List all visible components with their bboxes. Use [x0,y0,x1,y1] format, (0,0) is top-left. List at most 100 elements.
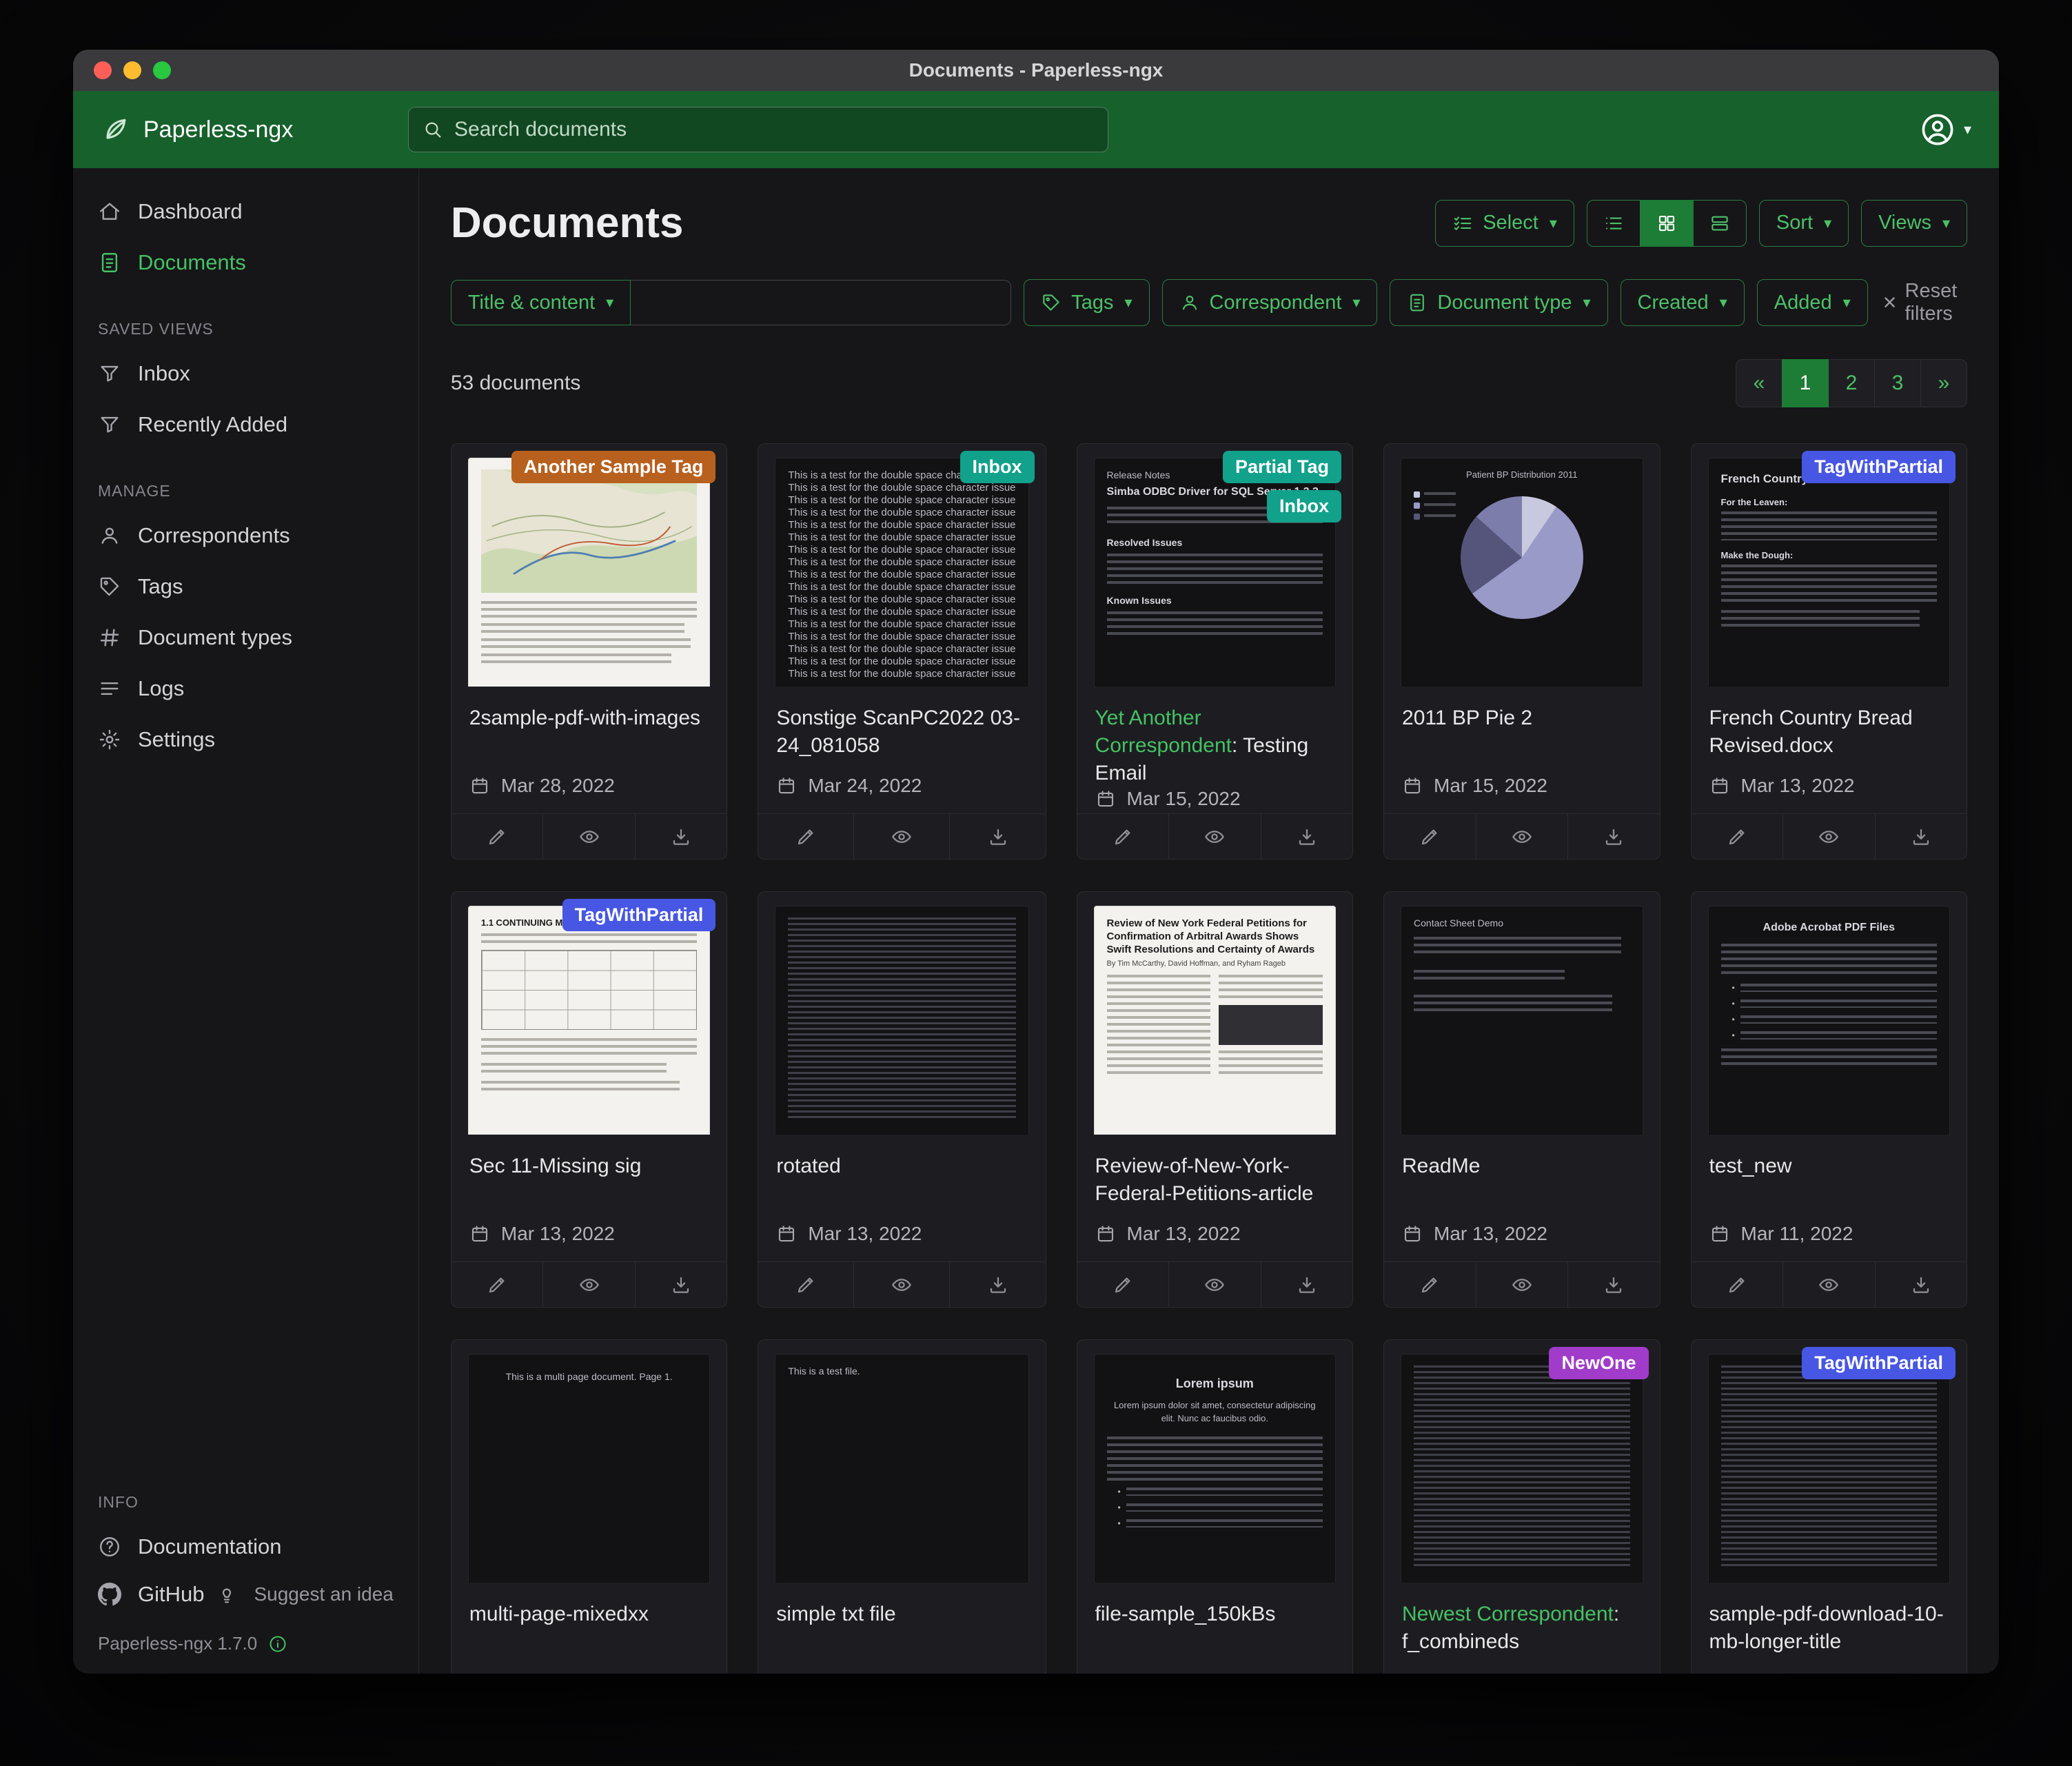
document-card[interactable]: TagWithPartial1.1 CONTINUING MEDICAL EDU… [451,891,727,1308]
download-button[interactable] [1261,814,1353,859]
grid-view-button[interactable] [1641,200,1694,247]
search-input[interactable] [454,118,1094,141]
view-button[interactable] [542,1262,635,1307]
view-button[interactable] [1168,814,1261,859]
created-filter-button[interactable]: Created ▾ [1621,279,1745,326]
sidebar-item-correspondents[interactable]: Correspondents [73,510,418,561]
minimize-button[interactable] [123,61,141,79]
close-button[interactable] [94,61,112,79]
card-title[interactable]: 2sample-pdf-with-images [469,704,709,732]
app-brand[interactable]: Paperless-ngx [101,114,408,145]
pagination-page-2[interactable]: 2 [1828,359,1875,407]
sidebar-item-tags[interactable]: Tags [73,561,418,612]
card-title[interactable]: French Country Bread Revised.docx [1709,704,1949,760]
view-button[interactable] [1782,1262,1875,1307]
pagination-page-3[interactable]: 3 [1874,359,1921,407]
list-view-button[interactable] [1587,200,1641,247]
edit-button[interactable] [1692,814,1783,859]
document-card[interactable]: Another Sample Tag 2sample-pdf-with-image… [451,443,727,860]
download-button[interactable] [949,814,1045,859]
sidebar-item-github[interactable]: GitHub [73,1572,212,1616]
edit-button[interactable] [1384,814,1476,859]
document-thumbnail[interactable]: Review of New York Federal Petitions for… [1077,892,1352,1135]
edit-button[interactable] [1384,1262,1476,1307]
sidebar-item-documentation[interactable]: Documentation [73,1521,418,1572]
tag-badge-tagwithpartial[interactable]: TagWithPartial [1802,1347,1956,1379]
document-card[interactable]: Partial TagInboxRelease NotesSimba ODBC … [1077,443,1353,860]
tags-filter-button[interactable]: Tags ▾ [1024,279,1149,326]
tag-badge-tagwithpartial[interactable]: TagWithPartial [1802,451,1956,483]
edit-button[interactable] [451,1262,543,1307]
card-title[interactable]: Sonstige ScanPC2022 03-24_081058 [776,704,1027,760]
document-card[interactable]: TagWithPartialFrench Country BreadFor th… [1691,443,1968,860]
view-button[interactable] [853,814,949,859]
document-thumbnail[interactable]: Adobe Acrobat PDF Files•••• [1692,892,1967,1135]
added-filter-button[interactable]: Added ▾ [1757,279,1868,326]
view-button[interactable] [1476,1262,1568,1307]
view-button[interactable] [542,814,635,859]
views-button[interactable]: Views ▾ [1861,200,1967,247]
edit-button[interactable] [1692,1262,1783,1307]
document-card[interactable]: Adobe Acrobat PDF Files••••test_newMar 1… [1691,891,1968,1308]
reset-filters-button[interactable]: × Reset filters [1883,280,1967,325]
select-button[interactable]: Select ▾ [1435,200,1574,247]
tag-badge-partial-tag[interactable]: Partial Tag [1223,451,1341,483]
zoom-button[interactable] [153,61,171,79]
filter-text-input[interactable] [631,280,1011,325]
card-title[interactable]: rotated [776,1153,1027,1180]
card-title[interactable]: file-sample_150kBs [1095,1601,1334,1628]
sidebar-item-documents[interactable]: Documents [73,237,418,288]
card-title[interactable]: sample-pdf-download-10-mb-longer-title [1709,1601,1949,1656]
card-correspondent[interactable]: Yet Another Correspondent [1095,707,1232,757]
document-card[interactable]: InboxThis is a test for the double space… [758,443,1046,860]
sidebar-item-document-types[interactable]: Document types [73,612,418,663]
pagination-next[interactable]: » [1920,359,1967,407]
edit-button[interactable] [451,814,543,859]
card-correspondent[interactable]: Newest Correspondent [1402,1603,1614,1625]
edit-button[interactable] [758,1262,853,1307]
sidebar-item-logs[interactable]: Logs [73,663,418,714]
card-title[interactable]: Sec 11-Missing sig [469,1153,709,1180]
card-title[interactable]: multi-page-mixedxx [469,1601,709,1628]
card-title[interactable]: Yet Another Correspondent: Testing Email [1095,704,1334,788]
view-button[interactable] [1476,814,1568,859]
document-thumbnail[interactable]: Patient BP Distribution 2011 [1384,444,1659,687]
sidebar-item-dashboard[interactable]: Dashboard [73,186,418,237]
global-search[interactable] [408,107,1108,152]
document-card[interactable]: Patient BP Distribution 2011 2011 BP Pie … [1383,443,1660,860]
card-title[interactable]: ReadMe [1402,1153,1641,1180]
view-button[interactable] [1168,1262,1261,1307]
tag-badge-inbox[interactable]: Inbox [1267,490,1341,522]
download-button[interactable] [1875,1262,1967,1307]
card-title[interactable]: Newest Correspondent: f_combineds [1402,1601,1641,1656]
view-button[interactable] [853,1262,949,1307]
download-button[interactable] [635,1262,727,1307]
tag-badge-newone[interactable]: NewOne [1549,1347,1648,1379]
download-button[interactable] [1567,1262,1660,1307]
document-card[interactable]: NewOne Newest Correspondent: f_combineds [1383,1339,1660,1674]
download-button[interactable] [1567,814,1660,859]
document-type-filter-button[interactable]: Document type ▾ [1390,279,1607,326]
detail-view-button[interactable] [1694,200,1747,247]
info-circle-icon[interactable] [268,1634,287,1654]
tag-badge-tagwithpartial[interactable]: TagWithPartial [562,899,716,931]
document-card[interactable]: Lorem ipsumLorem ipsum dolor sit amet, c… [1077,1339,1353,1674]
document-thumbnail[interactable]: This is a multi page document. Page 1. [451,1340,727,1583]
sidebar-item-inbox[interactable]: Inbox [73,348,418,399]
pagination-page-1[interactable]: 1 [1782,359,1829,407]
document-card[interactable]: rotatedMar 13, 2022 [758,891,1046,1308]
edit-button[interactable] [1077,814,1169,859]
card-title[interactable]: 2011 BP Pie 2 [1402,704,1641,732]
document-thumbnail[interactable] [758,892,1045,1135]
edit-button[interactable] [1077,1262,1169,1307]
view-button[interactable] [1782,814,1875,859]
card-title[interactable]: test_new [1709,1153,1949,1180]
suggest-idea-link[interactable]: Suggest an idea [212,1572,418,1616]
document-thumbnail[interactable]: This is a test file. [758,1340,1045,1583]
tag-badge-another-sample-tag[interactable]: Another Sample Tag [511,451,716,483]
document-thumbnail[interactable]: Contact Sheet Demo [1384,892,1659,1135]
sidebar-item-recently-added[interactable]: Recently Added [73,399,418,450]
card-title[interactable]: Review-of-New-York-Federal-Petitions-art… [1095,1153,1334,1208]
document-card[interactable]: Contact Sheet DemoReadMeMar 13, 2022 [1383,891,1660,1308]
pagination-prev[interactable]: « [1736,359,1782,407]
